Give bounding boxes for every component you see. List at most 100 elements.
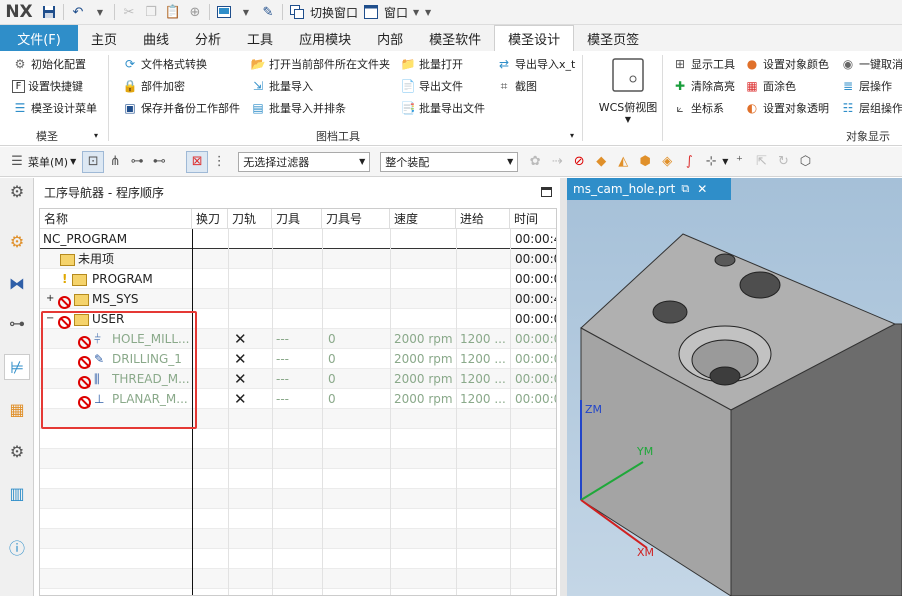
face-icon[interactable]: ◭	[612, 151, 634, 173]
dropdown-arrow-icon[interactable]: ▼	[236, 2, 256, 22]
batch-export-button[interactable]: 📑 批量导出文件	[400, 98, 485, 118]
pane-splitter[interactable]	[560, 178, 567, 596]
file-menu-tab[interactable]: 文件(F)	[0, 25, 78, 51]
group-expand-icon[interactable]: ▾	[570, 125, 574, 145]
export-import-xt-button[interactable]: ⇄ 导出导入x_t	[496, 54, 575, 74]
operation-navigator-icon[interactable]: ⊭	[4, 354, 30, 380]
select-group-icon[interactable]: ⊶	[126, 151, 148, 173]
col-tool[interactable]: 刀具	[272, 209, 322, 229]
layer-group-button[interactable]: ☷ 层组操作	[840, 98, 902, 118]
curve-icon[interactable]: ∫	[678, 151, 700, 173]
box-icon[interactable]: ◆	[590, 151, 612, 173]
selection-filter-dropdown[interactable]: 无选择过滤器 ▼	[238, 151, 371, 172]
switch-window-button[interactable]: 切换窗口	[308, 4, 360, 21]
show-tool-button[interactable]: ⊞ 显示工具	[672, 54, 735, 74]
batch-import-arrange-button[interactable]: ▤ 批量导入并排条	[250, 98, 346, 118]
cut-icon[interactable]: ✂	[119, 2, 139, 22]
tab-tools[interactable]: 工具	[234, 25, 286, 51]
undo-icon[interactable]: ↶	[68, 2, 88, 22]
col-time[interactable]: 时间	[510, 209, 556, 229]
dropdown-arrow-icon[interactable]: ▼	[70, 157, 76, 166]
menu-icon[interactable]: ☰	[6, 151, 28, 173]
set-transparency-button[interactable]: ◐ 设置对象透明	[744, 98, 829, 118]
graphics-window[interactable]: ms_cam_hole.prt ⧉ ✕ ZM YM XM	[567, 178, 902, 596]
set-shortcut-button[interactable]: F 设置快捷键	[12, 76, 83, 96]
group-expand-icon[interactable]: ▾	[94, 125, 98, 145]
list-icon[interactable]: ⋮	[208, 151, 230, 173]
save-backup-button[interactable]: ▣ 保存并备份工作部件	[122, 98, 240, 118]
part-encrypt-button[interactable]: 🔒 部件加密	[122, 76, 185, 96]
switch-window-icon[interactable]	[287, 2, 307, 22]
export-file-button[interactable]: 📄 导出文件	[400, 76, 463, 96]
col-tool-number[interactable]: 刀具号	[322, 209, 390, 229]
format-convert-button[interactable]: ⟳ 文件格式转换	[122, 54, 207, 74]
clear-highlight-button[interactable]: ✚ 清除高亮	[672, 76, 735, 96]
tab-application[interactable]: 应用模块	[286, 25, 364, 51]
move-icon[interactable]: ⇱	[750, 151, 772, 173]
window-menu-button[interactable]: 窗口	[382, 4, 410, 21]
popout-icon[interactable]: ⧉	[681, 182, 689, 196]
settings-gear-icon[interactable]: ⚙	[4, 178, 30, 204]
copy-icon[interactable]: ❐	[141, 2, 161, 22]
display-icon[interactable]	[214, 2, 234, 22]
dropdown-arrow-icon[interactable]: ▼	[411, 2, 421, 22]
select-feature-icon[interactable]: ⋔	[104, 151, 126, 173]
customize-qa-icon[interactable]: ▼	[423, 2, 433, 22]
brush-icon[interactable]: ✎	[258, 2, 278, 22]
col-toolpath[interactable]: 刀轨	[228, 209, 272, 229]
close-tab-icon[interactable]: ✕	[697, 182, 707, 196]
part-file-tab[interactable]: ms_cam_hole.prt ⧉ ✕	[567, 178, 731, 200]
coordinate-system-button[interactable]: ⟀ 坐标系	[672, 98, 724, 118]
table-row-ms-sys[interactable]: + MS_SYS 00:00:4	[40, 289, 556, 309]
table-row-program[interactable]: ! PROGRAM 00:00:0	[40, 269, 556, 289]
screenshot-button[interactable]: ⌗ 截图	[496, 76, 537, 96]
select-tool-icon[interactable]: ⊡	[82, 150, 105, 173]
tab-mosheng-page[interactable]: 模圣页签	[574, 25, 652, 51]
col-feed[interactable]: 进给	[456, 209, 510, 229]
paste-icon[interactable]: 📋	[163, 2, 183, 22]
batch-import-button[interactable]: ⇲ 批量导入	[250, 76, 313, 96]
tab-home[interactable]: 主页	[78, 25, 130, 51]
open-folder-button[interactable]: 📂 打开当前部件所在文件夹	[250, 54, 390, 74]
init-config-button[interactable]: ⚙ 初始化配置	[12, 54, 86, 74]
snap-icon[interactable]: ✿	[524, 151, 546, 173]
snap-point-icon[interactable]: ⁺	[728, 151, 750, 173]
maximize-icon[interactable]	[541, 187, 552, 197]
part-navigator-icon[interactable]: ⊶	[4, 310, 30, 336]
tab-internal[interactable]: 内部	[364, 25, 416, 51]
rotate-icon[interactable]: ↻	[772, 151, 794, 173]
assembly-navigator-icon[interactable]: ⚙	[4, 228, 30, 254]
cube-icon[interactable]: ◈	[656, 151, 678, 173]
set-object-color-button[interactable]: ● 设置对象颜色	[744, 54, 829, 74]
layer-operation-button[interactable]: ≣ 层操作	[840, 76, 892, 96]
point-icon[interactable]: ⊹	[700, 151, 722, 173]
batch-open-button[interactable]: 📁 批量打开	[400, 54, 463, 74]
save-icon[interactable]	[39, 2, 59, 22]
arrow-icon[interactable]: ⇢	[546, 151, 568, 173]
col-tool-change[interactable]: 换刀	[192, 209, 228, 229]
menu-button[interactable]: 菜单(M)	[28, 154, 68, 170]
select-geometry-icon[interactable]: ⊷	[148, 151, 170, 173]
dropdown-arrow-icon[interactable]: ▼	[90, 2, 110, 22]
one-click-cancel-button[interactable]: ◉ 一键取消	[840, 54, 902, 74]
tab-analysis[interactable]: 分析	[182, 25, 234, 51]
solid-icon[interactable]: ⬢	[634, 151, 656, 173]
tab-curve[interactable]: 曲线	[130, 25, 182, 51]
expand-plus-icon[interactable]: +	[46, 289, 54, 309]
operation-filter-icon[interactable]: ⊠	[186, 150, 209, 173]
window-icon[interactable]	[361, 2, 381, 22]
no-selection-icon[interactable]: ⊘	[568, 151, 590, 173]
face-color-button[interactable]: ▦ 面涂色	[744, 76, 796, 96]
info-icon[interactable]: ⓘ	[4, 534, 30, 560]
books-icon[interactable]: ▥	[4, 480, 30, 506]
hex-icon[interactable]: ⬡	[794, 151, 816, 173]
table-row-nc-program[interactable]: NC_PROGRAM 00:00:4	[40, 229, 556, 249]
table-row-unused[interactable]: 未用项 00:00:0	[40, 249, 556, 269]
col-name[interactable]: 名称	[40, 209, 192, 229]
paste-special-icon[interactable]: ⊕	[185, 2, 205, 22]
design-menu-button[interactable]: ☰ 模圣设计菜单	[12, 98, 97, 118]
constraint-navigator-icon[interactable]: ⧓	[4, 270, 30, 296]
col-speed[interactable]: 速度	[390, 209, 456, 229]
assembly-scope-dropdown[interactable]: 整个装配 ▼	[380, 151, 519, 172]
machine-tool-navigator-icon[interactable]: ▦	[4, 396, 30, 422]
